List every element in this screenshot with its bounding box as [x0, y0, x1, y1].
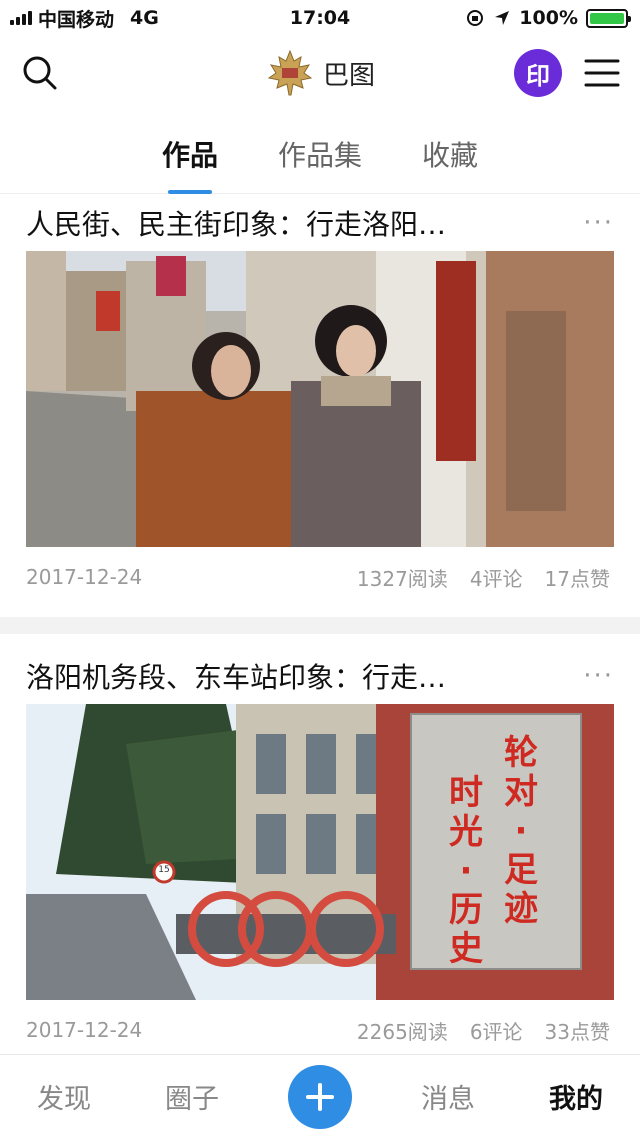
signal-strength-icon: [10, 11, 32, 25]
nav-messages[interactable]: 消息: [384, 1077, 512, 1116]
status-left: 中国移动 4G: [10, 5, 159, 32]
feed-divider: [0, 617, 640, 634]
status-right: 100%: [465, 7, 631, 29]
post-card[interactable]: 人民街、民主街印象：行走洛阳… ··· 2017-12-24 1327阅读 4评…: [0, 195, 640, 617]
post-title[interactable]: 人民街、民主街印象：行走洛阳…: [26, 203, 446, 243]
more-options-icon[interactable]: ···: [583, 208, 614, 238]
header-actions: 印: [514, 49, 620, 97]
more-options-icon[interactable]: ···: [583, 661, 614, 691]
search-icon[interactable]: [22, 55, 58, 91]
battery-icon: [586, 8, 631, 28]
post-photo[interactable]: [26, 251, 614, 547]
app-header: 巴图 印: [0, 36, 640, 110]
location-arrow-icon: [495, 11, 510, 25]
post-header: 人民街、民主街印象：行走洛阳… ···: [0, 195, 640, 251]
post-date: 2017-12-24: [26, 1018, 143, 1042]
orientation-lock-icon: [467, 10, 484, 26]
read-count: 2265阅读: [356, 1019, 448, 1044]
post-stats: 1327阅读 4评论 17点赞: [357, 563, 610, 592]
tab-collections[interactable]: 作品集: [278, 118, 362, 194]
avatar[interactable]: 印: [514, 49, 562, 97]
nav-mine[interactable]: 我的: [512, 1077, 640, 1116]
nav-circles[interactable]: 圈子: [128, 1077, 256, 1116]
plus-icon: [306, 1082, 334, 1111]
tab-favorites[interactable]: 收藏: [422, 118, 478, 194]
speed-sign: 15: [158, 865, 170, 875]
bottom-nav: 发现 圈子 消息 我的: [0, 1054, 640, 1138]
like-count[interactable]: 33点赞: [545, 1016, 610, 1045]
comment-count[interactable]: 6评论: [470, 1016, 523, 1045]
post-header: 洛阳机务段、东车站印象：行走… ···: [0, 648, 640, 704]
like-count[interactable]: 17点赞: [545, 563, 610, 592]
sign-text-left: 时光 · 历史: [449, 773, 483, 970]
nav-discover[interactable]: 发现: [0, 1077, 128, 1116]
post-photo[interactable]: 轮对 · 足迹 时光 · 历史 15: [26, 704, 614, 1000]
read-count: 1327阅读: [356, 566, 448, 591]
content-tabs: 作品 作品集 收藏: [0, 118, 640, 194]
battery-percent: 100%: [519, 7, 578, 29]
post-stats: 2265阅读 6评论 33点赞: [357, 1016, 610, 1045]
status-bar: 中国移动 4G 17:04 100%: [0, 0, 640, 36]
post-card[interactable]: 洛阳机务段、东车站印象：行走… ··· 轮对 · 足迹 时光 · 历史 15 2…: [0, 634, 640, 1054]
carrier-label: 中国移动: [38, 8, 115, 31]
network-label: 4G: [130, 7, 159, 29]
sign-text-right: 轮对 · 足迹: [504, 733, 538, 930]
comment-count[interactable]: 4评论: [470, 563, 523, 592]
post-meta: 2017-12-24 2265阅读 6评论 33点赞: [0, 1000, 640, 1060]
nav-create[interactable]: [256, 1064, 384, 1129]
menu-icon[interactable]: [584, 58, 620, 88]
post-date: 2017-12-24: [26, 565, 143, 589]
post-title[interactable]: 洛阳机务段、东车站印象：行走…: [26, 656, 446, 696]
post-meta: 2017-12-24 1327阅读 4评论 17点赞: [0, 547, 640, 607]
app-title: 巴图: [322, 60, 375, 91]
maple-leaf-logo: [265, 48, 315, 98]
tab-works[interactable]: 作品: [162, 118, 218, 194]
plus-button[interactable]: [288, 1064, 352, 1129]
